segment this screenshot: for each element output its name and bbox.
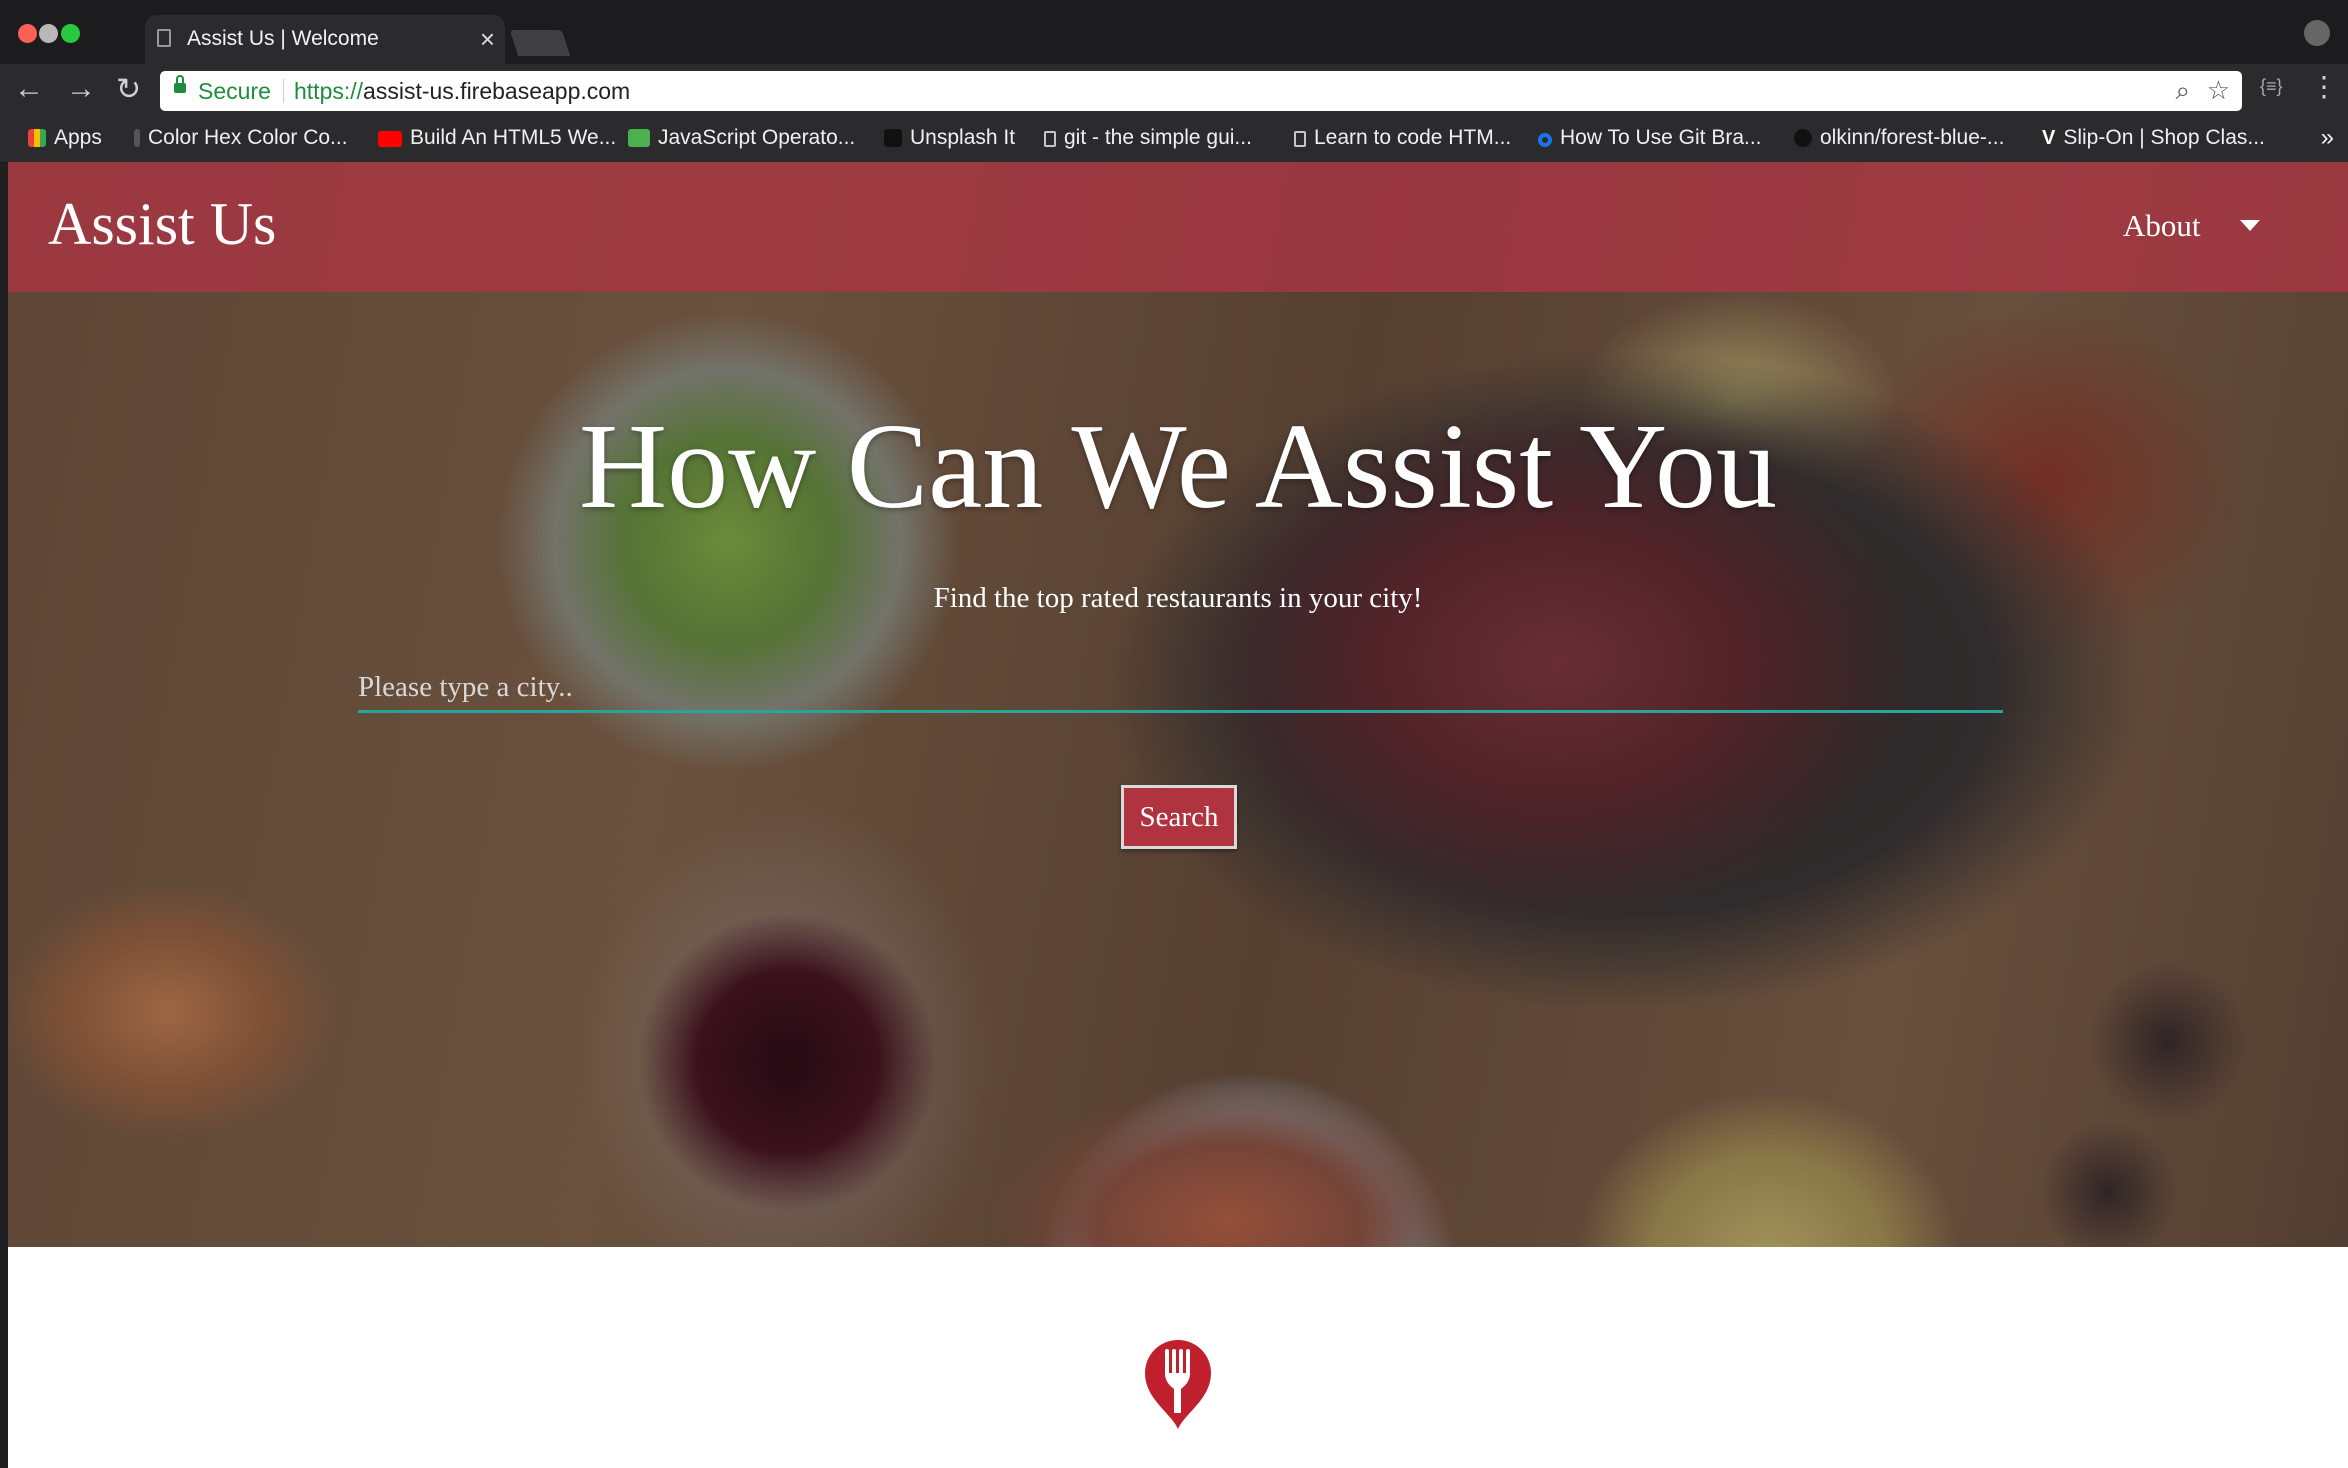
tab-active[interactable]: Assist Us | Welcome × (145, 15, 505, 64)
reload-icon[interactable]: ↻ (116, 72, 141, 107)
digitalocean-icon (1538, 133, 1552, 147)
site-navbar: Assist Us About (8, 162, 2348, 292)
search-button[interactable]: Search (1121, 785, 1237, 849)
new-tab-button[interactable] (509, 30, 571, 56)
bookmark-forest-blue[interactable]: olkinn/forest-blue-... (1794, 126, 2004, 150)
url-host: assist-us.firebaseapp.com (363, 78, 631, 104)
hero-subtitle: Find the top rated restaurants in your c… (933, 582, 1423, 614)
color-hex-icon (134, 129, 140, 147)
hero-headline: How Can We Assist You (578, 399, 1778, 534)
w3schools-icon (628, 129, 650, 147)
tab-title: Assist Us | Welcome (187, 27, 379, 50)
vans-icon: V (2042, 127, 2056, 149)
browser-window: Assist Us | Welcome × ← → ↻ Secure https… (0, 0, 2348, 1468)
star-bookmark-icon[interactable]: ☆ (2207, 75, 2230, 106)
title-bar: Assist Us | Welcome × (0, 0, 2348, 64)
bookmark-git-guide[interactable]: git - the simple gui... (1044, 126, 1252, 150)
page-icon (1044, 131, 1056, 147)
secure-label: Secure (198, 78, 271, 104)
bookmark-learn-html[interactable]: Learn to code HTM... (1294, 126, 1511, 150)
url-text[interactable]: https://assist-us.firebaseapp.com (294, 78, 630, 105)
back-arrow-icon[interactable]: ← (14, 72, 44, 106)
fork-location-pin-icon (1145, 1340, 1211, 1429)
dropdown-caret-icon[interactable] (2240, 220, 2260, 231)
page-icon (1294, 131, 1306, 147)
address-bar[interactable]: Secure https://assist-us.firebaseapp.com… (160, 71, 2242, 111)
web-page: Assist Us About How Can We Assist You Fi… (8, 162, 2348, 1468)
city-search-input[interactable] (358, 664, 2003, 713)
forward-arrow-icon[interactable]: → (66, 72, 96, 106)
url-scheme: https:// (294, 78, 364, 104)
unsplash-icon (884, 129, 902, 147)
address-divider (283, 79, 284, 103)
bookmark-color-hex[interactable]: Color Hex Color Co... (134, 126, 348, 150)
youtube-icon (378, 131, 402, 147)
bookmark-vans-slip-on[interactable]: V Slip-On | Shop Clas... (2042, 126, 2265, 150)
brand-logo-text[interactable]: Assist Us (48, 190, 276, 259)
page-icon (157, 29, 171, 47)
bookmark-apps[interactable]: Apps (28, 126, 102, 150)
lock-icon (174, 75, 186, 93)
more-bookmarks-icon[interactable]: » (2321, 124, 2334, 152)
bookmark-unsplash[interactable]: Unsplash It (884, 126, 1015, 150)
browser-toolbar: ← → ↻ Secure https://assist-us.firebasea… (0, 64, 2348, 120)
minimize-window-button[interactable] (39, 24, 58, 43)
github-icon (1794, 129, 1812, 147)
tab-close-icon[interactable]: × (480, 24, 495, 55)
bookmark-build-html5[interactable]: Build An HTML5 We... (378, 126, 616, 150)
maximize-window-button[interactable] (61, 24, 80, 43)
bookmarks-bar: Apps Color Hex Color Co... Build An HTML… (0, 120, 2348, 163)
bookmark-javascript-operators[interactable]: JavaScript Operato... (628, 126, 855, 150)
bookmark-git-branches[interactable]: How To Use Git Bra... (1538, 126, 1762, 150)
extension-icon[interactable]: {≡} (2260, 76, 2283, 97)
profile-icon[interactable] (2304, 20, 2330, 46)
close-window-button[interactable] (18, 24, 37, 43)
hero-section: Assist Us About How Can We Assist You Fi… (8, 162, 2348, 1247)
nav-about-link[interactable]: About (2123, 208, 2201, 244)
zoom-icon[interactable]: ⌕ (2175, 75, 2190, 107)
menu-dots-icon[interactable]: ⋮ (2310, 70, 2338, 103)
apps-grid-icon (28, 129, 46, 147)
